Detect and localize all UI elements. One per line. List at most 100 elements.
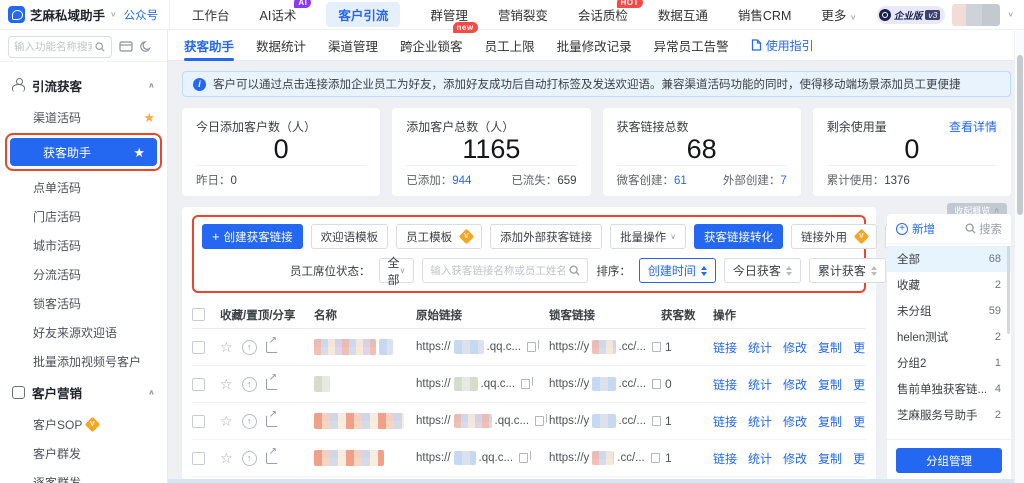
pin-top-icon[interactable] (242, 414, 257, 429)
action-link[interactable]: 链接 (713, 413, 737, 430)
staff-template-button[interactable]: 员工模板V (396, 224, 482, 249)
create-link-button[interactable]: 创建获客链接 (202, 224, 303, 249)
chevron-up-icon[interactable] (148, 81, 155, 90)
group-item-presale[interactable]: 售前单独获客链...4 (887, 376, 1011, 402)
action-more[interactable]: 更多 (853, 376, 866, 393)
sort-today-acquired[interactable]: 今日获客 (724, 258, 801, 283)
action-copy[interactable]: 复制 (818, 450, 842, 467)
sidebar-item-customer-sop[interactable]: 客户SOP V (0, 411, 167, 437)
menu-workbench[interactable]: 工作台 (192, 5, 230, 24)
action-edit[interactable]: 修改 (783, 376, 807, 393)
sidebar-item-split-code[interactable]: 分流活码 (0, 261, 167, 287)
action-edit[interactable]: 修改 (783, 450, 807, 467)
group-item-favorites[interactable]: 收藏2 (887, 272, 1011, 298)
chevron-down-icon[interactable] (110, 10, 117, 19)
scrollbar-thumb[interactable] (1017, 55, 1023, 215)
group-item-all[interactable]: 全部68 (887, 246, 1011, 272)
favorite-star-icon[interactable] (220, 450, 233, 467)
add-external-link-button[interactable]: 添加外部获客链接 (490, 224, 602, 249)
action-stats[interactable]: 统计 (748, 413, 772, 430)
tab-acquisition-assistant[interactable]: 获客助手 (184, 30, 234, 61)
group-search-button[interactable]: 搜索 (965, 221, 1002, 237)
action-more[interactable]: 更多 (853, 450, 866, 467)
action-copy[interactable]: 复制 (818, 339, 842, 356)
group-item-service-assistant[interactable]: 芝麻服务号助手2 (887, 402, 1011, 428)
tab-abnormal-staff-alert[interactable]: 异常员工告警 (654, 30, 729, 61)
tab-batch-modify-records[interactable]: 批量修改记录 (557, 30, 632, 61)
window-icon[interactable] (119, 41, 133, 53)
pin-top-icon[interactable] (242, 451, 257, 466)
row-checkbox[interactable] (192, 378, 205, 391)
section-customer-marketing[interactable]: 客户营销 (0, 377, 167, 408)
sort-total-acquired[interactable]: 累计获客 (809, 258, 886, 283)
row-checkbox[interactable] (192, 341, 205, 354)
menu-marketing-fission[interactable]: 营销裂变 (498, 5, 548, 24)
favorite-star-icon[interactable] (220, 376, 233, 393)
star-icon[interactable] (133, 146, 145, 159)
action-more[interactable]: 更多 (853, 339, 866, 356)
horizontal-scrollbar[interactable] (168, 479, 1014, 483)
view-details-link[interactable]: 查看详情 (949, 118, 997, 135)
pin-top-icon[interactable] (242, 377, 257, 392)
action-stats[interactable]: 统计 (748, 339, 772, 356)
sidebar-item-order-code[interactable]: 点单活码 (0, 174, 167, 200)
seat-status-select[interactable]: 全部 (379, 258, 415, 283)
pin-top-icon[interactable] (242, 340, 257, 355)
action-link[interactable]: 链接 (713, 339, 737, 356)
dark-mode-moon-icon[interactable] (140, 41, 152, 53)
tab-staff-limit[interactable]: 员工上限 (485, 30, 535, 61)
usage-guide-link[interactable]: 使用指引 (751, 37, 814, 54)
link-search-input[interactable] (430, 265, 565, 277)
favorite-star-icon[interactable] (220, 339, 233, 356)
sidebar-item-channel-code[interactable]: 渠道活码 (0, 104, 167, 130)
action-stats[interactable]: 统计 (748, 450, 772, 467)
action-link[interactable]: 链接 (713, 376, 737, 393)
menu-sales-crm[interactable]: 销售CRM (738, 5, 791, 24)
copy-icon[interactable] (535, 416, 544, 426)
tab-channel-management[interactable]: 渠道管理 (328, 30, 378, 61)
tab-data-statistics[interactable]: 数据统计 (256, 30, 306, 61)
official-account-link[interactable]: 公众号 (124, 7, 159, 23)
sidebar-item-customer-broadcast[interactable]: 客户群发 (0, 440, 167, 466)
group-item-helen-test[interactable]: helen测试2 (887, 324, 1011, 350)
tab-cross-company-lock[interactable]: 跨企业锁客new (400, 30, 463, 61)
link-external-use-button[interactable]: 链接外用V (791, 224, 877, 249)
action-edit[interactable]: 修改 (783, 339, 807, 356)
sidebar-item-friend-source-welcome[interactable]: 好友来源欢迎语 (0, 319, 167, 345)
copy-icon[interactable] (652, 379, 661, 389)
action-stats[interactable]: 统计 (748, 376, 772, 393)
sidebar-item-acquisition-assistant[interactable]: 获客助手 (10, 138, 157, 166)
row-checkbox[interactable] (192, 415, 205, 428)
sidebar-search-input[interactable] (14, 41, 92, 53)
sidebar-item-lock-code[interactable]: 锁客活码 (0, 290, 167, 316)
group-item-ungrouped[interactable]: 未分组59 (887, 298, 1011, 324)
action-copy[interactable]: 复制 (818, 376, 842, 393)
copy-icon[interactable] (519, 453, 528, 463)
share-external-icon[interactable] (266, 341, 278, 353)
row-checkbox[interactable] (192, 452, 205, 465)
action-copy[interactable]: 复制 (818, 413, 842, 430)
section-lead-acquisition[interactable]: 引流获客 (0, 70, 167, 101)
action-more[interactable]: 更多 (853, 413, 866, 430)
share-external-icon[interactable] (266, 415, 278, 427)
menu-ai-script[interactable]: AI话术AI (260, 5, 297, 24)
group-manage-button[interactable]: 分组管理 (896, 448, 1002, 473)
sidebar-item-city-code[interactable]: 城市活码 (0, 232, 167, 258)
welcome-template-button[interactable]: 欢迎语模板 (311, 224, 389, 249)
sort-create-time[interactable]: 创建时间 (639, 258, 716, 283)
select-all-checkbox[interactable] (192, 308, 205, 321)
action-link[interactable]: 链接 (713, 450, 737, 467)
menu-chat-inspection[interactable]: 会话质检HOT (578, 5, 628, 24)
copy-icon[interactable] (651, 453, 660, 463)
window-scrollbar[interactable] (1014, 31, 1024, 483)
sidebar-item-chase-broadcast[interactable]: 逐客群发 (0, 469, 167, 483)
chevron-down-icon[interactable] (1007, 10, 1014, 19)
menu-customer-acquisition[interactable]: 客户引流 (326, 2, 400, 27)
avatar[interactable] (952, 4, 1000, 26)
copy-icon[interactable] (521, 379, 530, 389)
batch-operation-button[interactable]: 批量操作 (610, 224, 686, 249)
panel-scrollbar[interactable] (1007, 246, 1010, 334)
link-search-box[interactable] (422, 258, 588, 283)
share-external-icon[interactable] (266, 378, 278, 390)
favorite-star-icon[interactable] (220, 413, 233, 430)
